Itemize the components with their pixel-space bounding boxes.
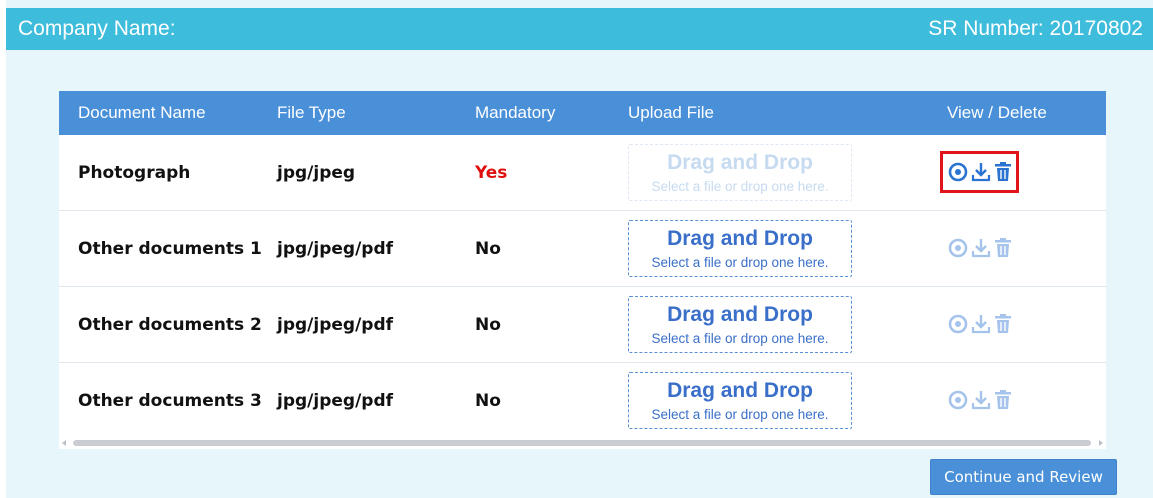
table-row: Photograph jpg/jpeg Yes Drag and Drop Se… — [59, 135, 1106, 211]
document-name: Photograph — [78, 163, 191, 183]
delete-icon[interactable] — [993, 313, 1013, 335]
row-actions — [947, 311, 1013, 337]
file-type: jpg/jpeg/pdf — [277, 315, 394, 335]
file-type: jpg/jpeg — [277, 163, 356, 183]
page-header: Company Name: SR Number: 20170802 — [6, 8, 1153, 50]
download-icon[interactable] — [971, 237, 991, 259]
column-header-file-type: File Type — [277, 103, 346, 122]
upload-dropzone[interactable]: Drag and Drop Select a file or drop one … — [628, 144, 852, 201]
mandatory-value: No — [475, 391, 501, 411]
column-header-upload-file: Upload File — [628, 103, 714, 122]
row-actions — [947, 235, 1013, 261]
view-icon[interactable] — [947, 237, 969, 259]
mandatory-value: No — [475, 315, 501, 335]
documents-table: Document Name File Type Mandatory Upload… — [59, 91, 1106, 449]
sr-number: SR Number: 20170802 — [928, 17, 1143, 40]
table-row: Other documents 1 jpg/jpeg/pdf No Drag a… — [59, 211, 1106, 287]
continue-and-review-button[interactable]: Continue and Review — [930, 459, 1117, 495]
file-type: jpg/jpeg/pdf — [277, 391, 394, 411]
scroll-left-arrow-icon[interactable] — [62, 440, 66, 446]
dropzone-title: Drag and Drop — [667, 227, 813, 250]
horizontal-scrollbar[interactable] — [59, 438, 1106, 449]
delete-icon[interactable] — [993, 389, 1013, 411]
view-icon[interactable] — [947, 313, 969, 335]
view-icon[interactable] — [947, 161, 969, 183]
upload-dropzone[interactable]: Drag and Drop Select a file or drop one … — [628, 372, 852, 429]
column-header-document-name: Document Name — [78, 103, 206, 122]
dropzone-title: Drag and Drop — [667, 303, 813, 326]
view-icon[interactable] — [947, 389, 969, 411]
dropzone-hint: Select a file or drop one here. — [651, 255, 829, 270]
upload-dropzone[interactable]: Drag and Drop Select a file or drop one … — [628, 296, 852, 353]
row-actions — [947, 387, 1013, 413]
document-name: Other documents 3 — [78, 391, 262, 411]
company-name-label: Company Name: — [18, 17, 176, 40]
mandatory-value: No — [475, 239, 501, 259]
delete-icon[interactable] — [993, 237, 1013, 259]
document-name: Other documents 2 — [78, 315, 262, 335]
scrollbar-thumb[interactable] — [73, 440, 1091, 446]
table-row: Other documents 2 jpg/jpeg/pdf No Drag a… — [59, 287, 1106, 363]
row-actions — [947, 159, 1013, 185]
table-row: Other documents 3 jpg/jpeg/pdf No Drag a… — [59, 363, 1106, 439]
dropzone-title: Drag and Drop — [667, 151, 813, 174]
dropzone-hint: Select a file or drop one here. — [651, 407, 829, 422]
dropzone-title: Drag and Drop — [667, 379, 813, 402]
delete-icon[interactable] — [993, 161, 1013, 183]
file-type: jpg/jpeg/pdf — [277, 239, 394, 259]
mandatory-value: Yes — [475, 163, 508, 183]
table-header: Document Name File Type Mandatory Upload… — [59, 91, 1106, 135]
download-icon[interactable] — [971, 161, 991, 183]
scroll-right-arrow-icon[interactable] — [1099, 440, 1103, 446]
download-icon[interactable] — [971, 389, 991, 411]
download-icon[interactable] — [971, 313, 991, 335]
upload-dropzone[interactable]: Drag and Drop Select a file or drop one … — [628, 220, 852, 277]
dropzone-hint: Select a file or drop one here. — [651, 331, 829, 346]
dropzone-hint: Select a file or drop one here. — [651, 179, 829, 194]
column-header-view-delete: View / Delete — [947, 103, 1047, 122]
document-name: Other documents 1 — [78, 239, 262, 259]
column-header-mandatory: Mandatory — [475, 103, 556, 122]
